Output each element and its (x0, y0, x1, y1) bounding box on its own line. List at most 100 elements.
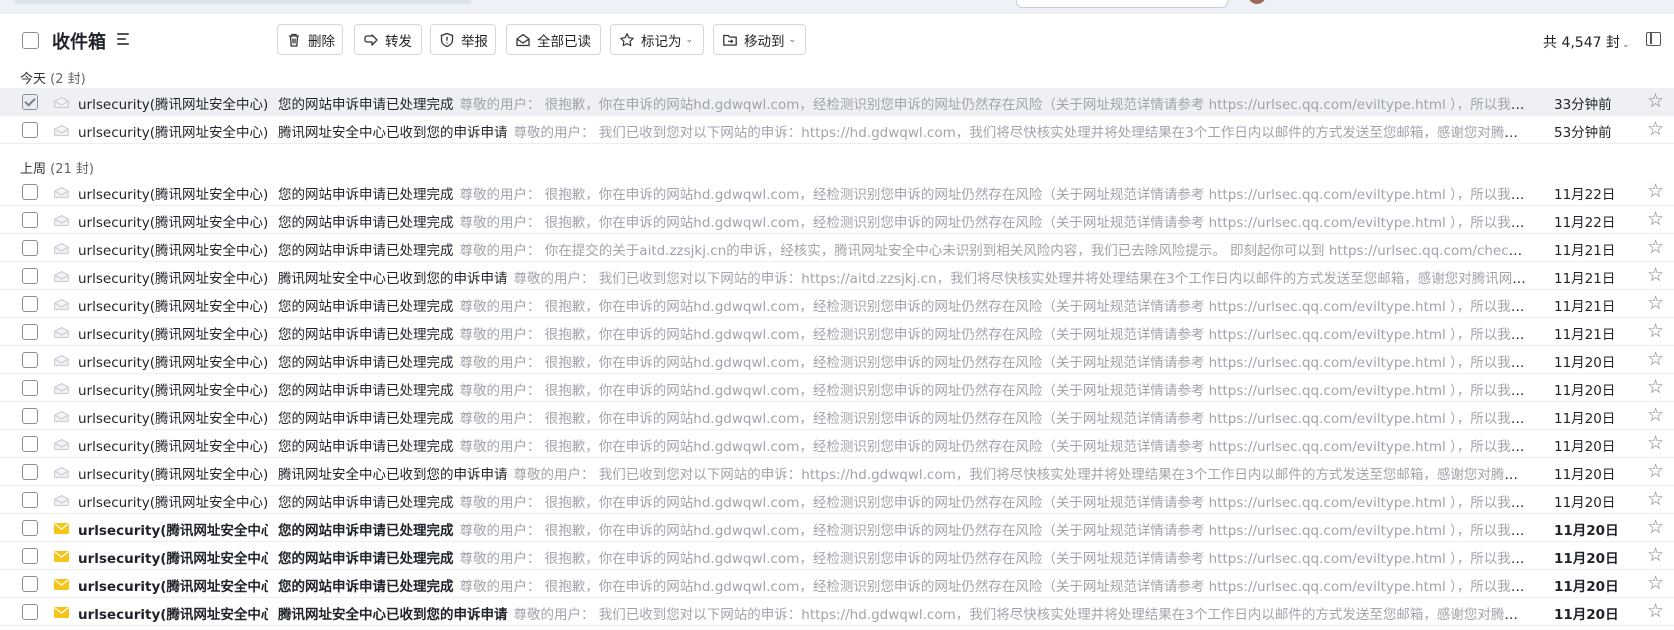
avatar[interactable] (1248, 0, 1266, 4)
row-checkbox[interactable] (22, 576, 38, 592)
select-all-checkbox[interactable] (22, 32, 39, 49)
group-header-last-week: 上周 (21 封) (20, 158, 94, 177)
mail-preview: 尊敬的用户： 很抱歉，你在申诉的网站hd.gdwqwl.com，经检测识别您申诉… (459, 383, 1529, 399)
row-checkbox[interactable] (22, 324, 38, 340)
row-checkbox[interactable] (22, 268, 38, 284)
mail-subject: 您的网站申诉申请已处理完成 (278, 243, 454, 259)
row-checkbox[interactable] (22, 464, 38, 480)
mail-row[interactable]: urlsecurity(腾讯网址安全中心) 您的网站申诉申请已处理完成 尊敬的用户：… (0, 234, 1674, 262)
forward-icon (363, 32, 379, 48)
star-icon[interactable]: ☆ (1647, 517, 1664, 537)
row-checkbox[interactable] (22, 212, 38, 228)
mail-sender: urlsecurity(腾讯网址安全中心) (78, 299, 268, 315)
star-icon[interactable]: ☆ (1647, 265, 1664, 285)
mail-preview: 尊敬的用户： 很抱歉，你在申诉的网站hd.gdwqwl.com，经检测识别您申诉… (459, 579, 1529, 595)
star-icon[interactable]: ☆ (1647, 461, 1664, 481)
star-icon[interactable]: ☆ (1647, 237, 1664, 257)
shield-alert-icon (439, 32, 455, 48)
read-envelope-icon (54, 411, 69, 422)
mail-row[interactable]: urlsecurity(腾讯网址安全中心) 您的网站申诉申请已处理完成 尊敬的用户：… (0, 318, 1674, 346)
mail-time: 11月20日 (1554, 579, 1619, 595)
mail-time: 11月22日 (1554, 187, 1616, 203)
mail-row[interactable]: urlsecurity(腾讯网址安全中心) 腾讯网址安全中心已收到您的申诉申请 尊敬… (0, 262, 1674, 290)
mail-summary: 您的网站申诉申请已处理完成 尊敬的用户： 很抱歉，你在申诉的网站hd.gdwqwl… (278, 547, 1528, 567)
mail-row[interactable]: urlsecurity(腾讯网址安全中心) 您的网站申诉申请已处理完成 尊敬的用户：… (0, 290, 1674, 318)
trash-icon (286, 32, 302, 48)
mail-summary: 您的网站申诉申请已处理完成 尊敬的用户： 你在提交的关于aitd.zzsjkj.c… (278, 239, 1528, 259)
mark-all-read-button[interactable]: 全部已读 (506, 24, 601, 55)
mail-row[interactable]: urlsecurity(腾讯网址安全中心) 腾讯网址安全中心已收到您的申诉申请 尊敬… (0, 598, 1674, 626)
mail-sender: urlsecurity(腾讯网址安全中心) (78, 607, 268, 623)
message-count-dropdown[interactable]: 共 4,547 封 ⌄ (1543, 32, 1630, 52)
row-checkbox[interactable] (22, 122, 38, 138)
mail-row[interactable]: urlsecurity(腾讯网址安全中心) 您的网站申诉申请已处理完成 尊敬的用户：… (0, 346, 1674, 374)
mail-sender: urlsecurity(腾讯网址安全中心) (78, 355, 268, 371)
group-count: (21 封) (50, 162, 94, 177)
row-checkbox[interactable] (22, 408, 38, 424)
star-icon[interactable]: ☆ (1647, 321, 1664, 341)
mail-summary: 腾讯网址安全中心已收到您的申诉申请 尊敬的用户： 我们已收到您对以下网站的申诉：h… (278, 267, 1528, 287)
read-envelope-icon (54, 187, 69, 198)
star-icon[interactable]: ☆ (1647, 433, 1664, 453)
read-envelope-icon (54, 467, 69, 478)
star-icon[interactable]: ☆ (1647, 293, 1664, 313)
mail-time: 11月21日 (1554, 243, 1616, 259)
star-icon[interactable]: ☆ (1647, 545, 1664, 565)
star-icon[interactable]: ☆ (1647, 349, 1664, 369)
delete-button[interactable]: 删除 (277, 24, 343, 55)
mail-row[interactable]: urlsecurity(腾讯网址安全中心) 您的网站申诉申请已处理完成 尊敬的用户：… (0, 486, 1674, 514)
mail-row[interactable]: urlsecurity(腾讯网址安全中心) 您的网站申诉申请已处理完成 尊敬的用户：… (0, 374, 1674, 402)
move-to-dropdown[interactable]: 移动到 ⌄ (713, 24, 806, 55)
row-checkbox[interactable] (22, 380, 38, 396)
mail-row[interactable]: urlsecurity(腾讯网址安全中心) 您的网站申诉申请已处理完成 尊敬的用户：… (0, 402, 1674, 430)
mail-row[interactable]: urlsecurity(腾讯网址安全中心) 您的网站申诉申请已处理完成 尊敬的用户：… (0, 430, 1674, 458)
mail-subject: 您的网站申诉申请已处理完成 (278, 523, 454, 539)
mail-sender: urlsecurity(腾讯网址安全中心) (78, 411, 268, 427)
report-button[interactable]: 举报 (430, 24, 496, 55)
search-box[interactable] (1016, 0, 1228, 8)
row-checkbox[interactable] (22, 604, 38, 620)
mail-row[interactable]: urlsecurity(腾讯网址安全中心) 您的网站申诉申请已处理完成 尊敬的用户：… (0, 570, 1674, 598)
star-icon[interactable]: ☆ (1647, 209, 1664, 229)
row-checkbox[interactable] (22, 184, 38, 200)
chevron-down-icon: ⌄ (1621, 40, 1630, 50)
star-icon[interactable]: ☆ (1647, 377, 1664, 397)
read-envelope-icon (54, 97, 69, 108)
mail-sender: urlsecurity(腾讯网址安全中心) (78, 215, 268, 231)
star-icon[interactable]: ☆ (1647, 601, 1664, 621)
read-envelope-icon (54, 383, 69, 394)
layout-toggle-icon[interactable] (1646, 32, 1661, 46)
mail-row[interactable]: urlsecurity(腾讯网址安全中心) 腾讯网址安全中心已收到您的申诉申请 尊敬… (0, 458, 1674, 486)
star-icon[interactable]: ☆ (1647, 181, 1664, 201)
row-checkbox[interactable] (22, 352, 38, 368)
mail-preview: 尊敬的用户： 很抱歉，你在申诉的网站hd.gdwqwl.com，经检测识别您申诉… (459, 551, 1529, 567)
star-icon[interactable]: ☆ (1647, 91, 1664, 111)
mail-subject: 您的网站申诉申请已处理完成 (278, 299, 454, 315)
row-checkbox[interactable] (22, 548, 38, 564)
row-checkbox[interactable] (22, 296, 38, 312)
row-checkbox[interactable] (22, 94, 38, 110)
mail-row[interactable]: urlsecurity(腾讯网址安全中心) 您的网站申诉申请已处理完成 尊敬的用户：… (0, 178, 1674, 206)
mail-row[interactable]: urlsecurity(腾讯网址安全中心) 您的网站申诉申请已处理完成 尊敬的用户：… (0, 514, 1674, 542)
mail-sender: urlsecurity(腾讯网址安全中心) (78, 579, 268, 595)
star-icon[interactable]: ☆ (1647, 405, 1664, 425)
mark-as-dropdown[interactable]: 标记为 ⌄ (610, 24, 704, 55)
row-checkbox[interactable] (22, 492, 38, 508)
star-icon[interactable]: ☆ (1647, 119, 1664, 139)
forward-button[interactable]: 转发 (354, 24, 422, 55)
row-checkbox[interactable] (22, 520, 38, 536)
mail-time: 11月21日 (1554, 271, 1616, 287)
mail-subject: 您的网站申诉申请已处理完成 (278, 579, 454, 595)
mail-row[interactable]: urlsecurity(腾讯网址安全中心) 您的网站申诉申请已处理完成 尊敬的用户：… (0, 206, 1674, 234)
star-icon[interactable]: ☆ (1647, 489, 1664, 509)
folder-menu-icon[interactable] (117, 33, 129, 45)
mail-row[interactable]: urlsecurity(腾讯网址安全中心) 您的网站申诉申请已处理完成 尊敬的用户：… (0, 542, 1674, 570)
row-checkbox[interactable] (22, 240, 38, 256)
star-icon[interactable]: ☆ (1647, 573, 1664, 593)
mail-row[interactable]: urlsecurity(腾讯网址安全中心) 腾讯网址安全中心已收到您的申诉申请 尊敬… (0, 116, 1674, 144)
mail-row[interactable]: urlsecurity(腾讯网址安全中心) 您的网站申诉申请已处理完成 尊敬的用户：… (0, 88, 1674, 116)
row-checkbox[interactable] (22, 436, 38, 452)
mail-sender: urlsecurity(腾讯网址安全中心) (78, 327, 268, 343)
mail-subject: 腾讯网址安全中心已收到您的申诉申请 (278, 467, 508, 483)
read-envelope-icon (54, 299, 69, 310)
